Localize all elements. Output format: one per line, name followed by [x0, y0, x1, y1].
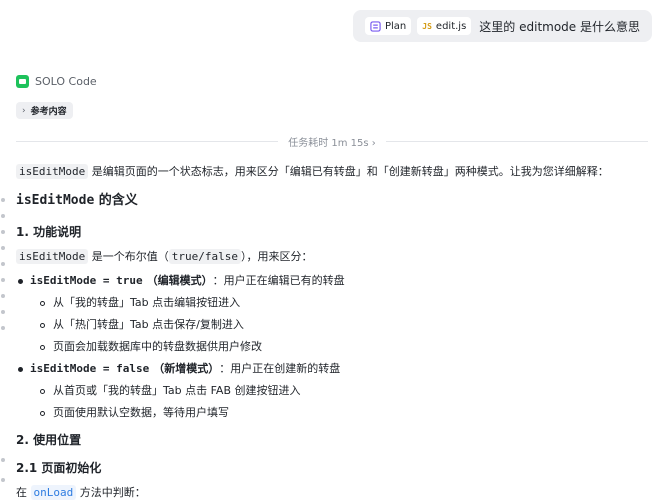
paragraph-text: ），用来区分： — [240, 250, 313, 263]
section-heading-2-1: 2.1 页面初始化 — [16, 461, 102, 475]
sub-list-item: 从首页或「我的转盘」Tab 点击 FAB 创建按钮进入 — [16, 380, 646, 402]
sub-item-text: 从首页或「我的转盘」Tab 点击 FAB 创建按钮进入 — [53, 384, 301, 397]
intro-paragraph: isEditMode 是编辑页面的一个状态标志，用来区分「编辑已有转盘」和「创建… — [16, 160, 646, 184]
bullet-code: isEditMode = true — [30, 274, 143, 287]
plan-icon — [370, 20, 381, 32]
sub-bullet — [40, 344, 45, 350]
section1-paragraph: isEditMode 是一个布尔值（ true/false ），用来区分： — [16, 246, 646, 268]
plan-chip-label: Plan — [385, 20, 407, 32]
heading-text: 的含义 — [94, 193, 138, 208]
chevron-right-icon: › — [371, 137, 376, 149]
file-chip-label: edit.js — [435, 20, 467, 32]
sub-list-item: 页面会加载数据库中的转盘数据供用户修改 — [16, 336, 646, 358]
assistant-name: SOLO Code — [35, 75, 97, 88]
sub-list-item: 从「我的转盘」Tab 点击编辑按钮进入 — [16, 292, 646, 314]
side-marker-dot — [1, 326, 5, 330]
chevron-right-icon: › — [22, 105, 26, 116]
bullet-bold: （新增模式） — [153, 362, 220, 375]
onload-code-link[interactable]: onLoad — [30, 485, 77, 500]
sub-list-item: 从「热门转盘」Tab 点击保存/复制进入 — [16, 314, 646, 336]
side-marker-dot — [1, 214, 5, 218]
paragraph-text: 方法中判断： — [76, 486, 146, 499]
bullet-code: isEditMode = false — [30, 362, 150, 375]
sub-bullet — [40, 388, 45, 394]
user-message-bubble: Plan JS edit.js 这里的 editmode 是什么意思 — [353, 10, 652, 42]
section-heading-1: 1. 功能说明 — [16, 225, 82, 239]
task-timer-text: 任务耗时 1m 15s — [288, 137, 369, 149]
inline-code: isEditMode — [16, 249, 89, 264]
sub-bullet — [40, 322, 45, 328]
paragraph-text: 在 — [16, 486, 31, 499]
heading-code: isEditMode — [16, 193, 95, 208]
code-true: true — [171, 250, 199, 263]
sub-list-item: 页面使用默认空数据，等待用户填写 — [16, 402, 646, 424]
plan-chip[interactable]: Plan — [365, 17, 412, 35]
bullet-dot — [18, 278, 23, 284]
paragraph-text: 是一个布尔值（ — [88, 250, 169, 263]
answer-heading: isEditMode 的含义 — [16, 186, 646, 216]
section-heading-2: 2. 使用位置 — [16, 433, 82, 447]
code-slash: / — [198, 250, 205, 263]
side-marker-dot — [1, 246, 5, 250]
bullet-dot — [18, 366, 23, 372]
inline-code: isEditMode — [16, 164, 89, 179]
list-item: isEditMode = true （编辑模式） ：用户正在编辑已有的转盘 — [16, 270, 646, 292]
js-file-icon: JS — [422, 21, 432, 31]
sub-item-text: 从「我的转盘」Tab 点击编辑按钮进入 — [53, 296, 241, 309]
sub-item-text: 页面使用默认空数据，等待用户填写 — [53, 406, 229, 419]
assistant-header: SOLO Code — [16, 75, 97, 88]
last-paragraph: 在 onLoad 方法中判断： — [16, 482, 646, 500]
list-item: isEditMode = false （新增模式） ：用户正在创建新的转盘 — [16, 358, 646, 380]
side-marker-dot — [1, 198, 5, 202]
task-timer-divider: 任务耗时 1m 15s › — [16, 132, 648, 150]
sub-item-text: 页面会加载数据库中的转盘数据供用户修改 — [53, 340, 262, 353]
assistant-answer: isEditMode 是编辑页面的一个状态标志，用来区分「编辑已有转盘」和「创建… — [16, 160, 646, 500]
task-timer[interactable]: 任务耗时 1m 15s › — [278, 134, 386, 149]
side-marker-dot — [1, 230, 5, 234]
inline-code: true/false — [168, 249, 241, 264]
side-marker-dot — [1, 478, 5, 482]
side-marker-dot — [1, 294, 5, 298]
divider-line — [16, 140, 279, 142]
bullet-bold: （编辑模式） — [146, 274, 213, 287]
file-chip[interactable]: JS edit.js — [417, 17, 472, 35]
side-marker-dot — [1, 262, 5, 266]
sub-bullet — [40, 300, 45, 306]
side-marker-dot — [1, 458, 5, 462]
side-marker-dot — [1, 278, 5, 282]
user-message-text: 这里的 editmode 是什么意思 — [479, 19, 640, 34]
bullet-text: ：用户正在编辑已有的转盘 — [212, 274, 345, 287]
bullet-text: ：用户正在创建新的转盘 — [219, 362, 341, 375]
divider-line — [385, 140, 648, 142]
code-false: false — [204, 250, 238, 263]
sub-bullet — [40, 410, 45, 416]
reference-toggle-button[interactable]: › 参考内容 — [16, 102, 73, 119]
solo-code-logo-icon — [16, 75, 29, 88]
sub-item-text: 从「热门转盘」Tab 点击保存/复制进入 — [53, 318, 244, 331]
intro-text: 是编辑页面的一个状态标志，用来区分「编辑已有转盘」和「创建新转盘」两种模式。让我… — [88, 165, 609, 178]
reference-label: 参考内容 — [30, 107, 67, 117]
side-marker-dot — [1, 310, 5, 314]
